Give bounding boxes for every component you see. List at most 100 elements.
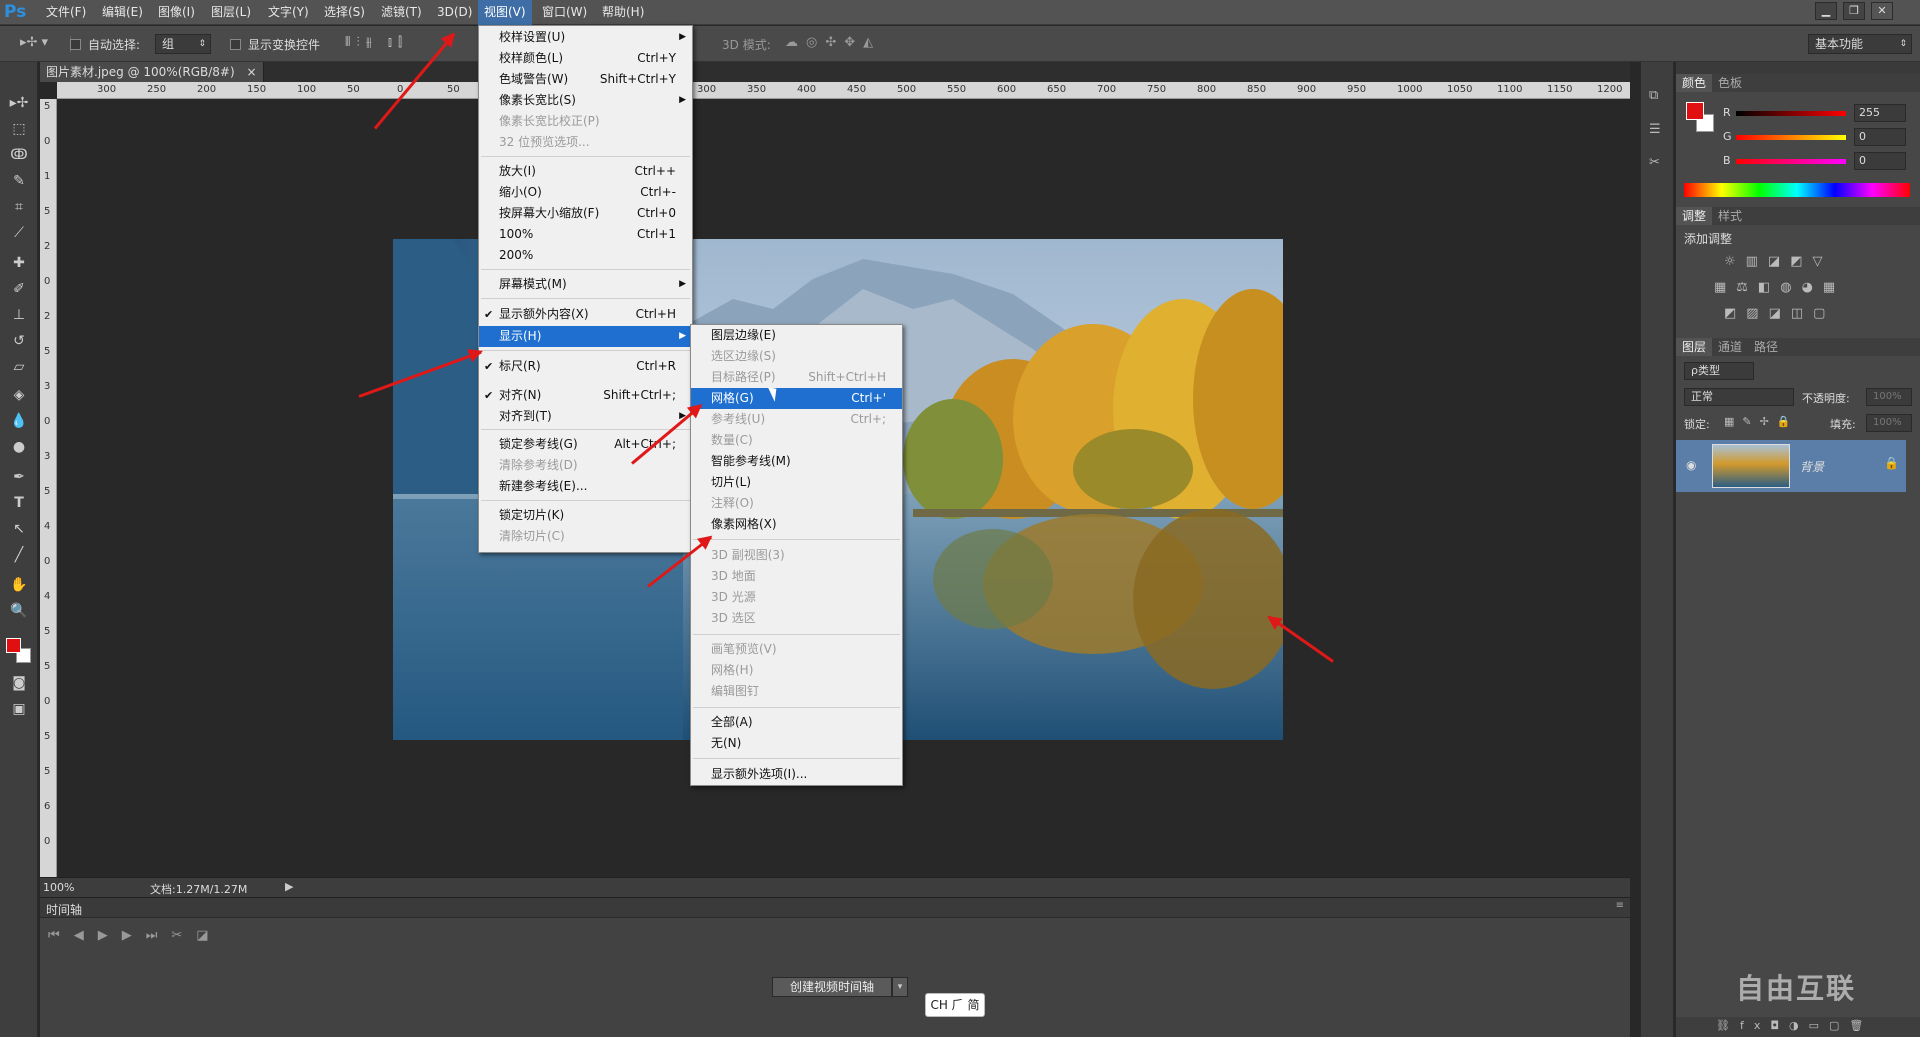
layer-filter-dropdown[interactable]: ρ类型 (1684, 362, 1754, 380)
menu-item[interactable]: 锁定切片(K) (479, 505, 692, 526)
visibility-eye-icon[interactable]: ◉ (1686, 458, 1696, 472)
menu-item[interactable]: 缩小(O) Ctrl+- (479, 182, 692, 203)
line-tool-icon[interactable]: ╱ (6, 544, 32, 566)
tab-color[interactable]: 颜色 (1676, 74, 1713, 92)
panel-menu-icon[interactable]: ≡ (1616, 900, 1624, 911)
menu-item[interactable]: 新建参考线(E)... (479, 476, 692, 497)
screen-mode-icon[interactable]: ▣ (6, 698, 32, 720)
tab-paths[interactable]: 路径 (1748, 338, 1784, 356)
brush-tool-icon[interactable]: ✐ (6, 278, 32, 300)
tools-preset-icon[interactable]: ✂ (1649, 155, 1660, 170)
workspace-dropdown[interactable]: 基本功能 ⇕ (1808, 34, 1912, 54)
auto-select-dropdown[interactable]: 组 ⇕ (155, 34, 211, 54)
zoom-tool-icon[interactable]: 🔍 (6, 600, 32, 622)
pen-tool-icon[interactable]: ✒ (6, 466, 32, 488)
menu-type[interactable]: 文字(Y) (262, 0, 315, 25)
hand-tool-icon[interactable]: ✋ (6, 574, 32, 596)
ime-indicator[interactable]: CH ⺁ 简 (925, 993, 985, 1017)
red-value[interactable]: 255 (1854, 104, 1906, 122)
blend-mode-dropdown[interactable]: 正常 (1684, 388, 1794, 406)
type-tool-icon[interactable]: T (6, 492, 32, 514)
3d-mode-icons[interactable]: ☁◎✣✥◭ (785, 35, 881, 50)
clone-stamp-icon[interactable]: ⊥ (6, 304, 32, 326)
layer-name[interactable]: 背景 (1800, 458, 1824, 475)
menu-item[interactable]: 显示(H) ▶ (479, 326, 692, 347)
green-value[interactable]: 0 (1854, 128, 1906, 146)
adjustment-icons-row2[interactable]: ▦⚖◧◍◕▦ (1714, 280, 1845, 295)
menu-item[interactable]: 校样颜色(L) Ctrl+Y (479, 48, 692, 69)
menu-item[interactable]: 200% (479, 245, 692, 266)
menu-edit[interactable]: 编辑(E) (96, 0, 149, 25)
menu-file[interactable]: 文件(F) (40, 0, 92, 25)
restore-icon[interactable]: ❐ (1843, 2, 1865, 20)
layer-row-background[interactable]: ◉ 背景 🔒 (1676, 440, 1906, 492)
playback-controls[interactable]: ⏮◀▶▶⏭✂◪ (48, 928, 223, 943)
green-slider[interactable] (1736, 135, 1846, 140)
foreground-color-swatch[interactable] (6, 638, 21, 653)
menu-item[interactable]: 100% Ctrl+1 (479, 224, 692, 245)
healing-brush-icon[interactable]: ✚ (6, 252, 32, 274)
history-brush-icon[interactable]: ↺ (6, 330, 32, 352)
create-video-timeline-button[interactable]: 创建视频时间轴 (772, 977, 892, 997)
menu-3d[interactable]: 3D(D) (431, 0, 478, 25)
vertical-ruler[interactable]: 5 0 1 5 2 0 2 5 3 0 3 5 4 0 4 5 5 0 5 5 6 0 (40, 99, 57, 877)
dodge-tool-icon[interactable]: ● (6, 436, 32, 458)
menu-item[interactable]: 显示额外选项(I)... (691, 764, 902, 785)
menu-item[interactable]: 切片(L) (691, 472, 902, 493)
menu-item[interactable]: 对齐到(T) ▶ (479, 406, 692, 427)
menu-item[interactable]: 显示额外内容(X) Ctrl+H ✔ (479, 304, 692, 325)
layer-footer-icons[interactable]: ⛓fx◘◑▭▢🗑 (1716, 1019, 1873, 1032)
menu-item[interactable]: 无(N) (691, 733, 902, 754)
eyedropper-icon[interactable]: ⟋ (6, 222, 32, 244)
menu-window[interactable]: 窗口(W) (536, 0, 593, 25)
menu-view[interactable]: 视图(V) (478, 0, 532, 25)
menu-item[interactable]: 图层边缘(E) (691, 325, 902, 346)
minimize-icon[interactable]: ▁ (1815, 2, 1837, 20)
menu-layer[interactable]: 图层(L) (205, 0, 257, 25)
paint-bucket-icon[interactable]: ◈ (6, 384, 32, 406)
menu-item[interactable]: 放大(I) Ctrl++ (479, 161, 692, 182)
crop-tool-icon[interactable]: ⌗ (6, 196, 32, 218)
menu-item[interactable]: 标尺(R) Ctrl+R ✔ (479, 356, 692, 377)
move-tool-icon[interactable]: ▸✢ (6, 92, 32, 114)
color-fg-swatch[interactable] (1686, 102, 1704, 120)
dropdown-icon[interactable]: ▾ (892, 977, 908, 997)
blue-value[interactable]: 0 (1854, 152, 1906, 170)
zoom-level[interactable]: 100% (43, 881, 74, 894)
color-spectrum[interactable] (1684, 183, 1910, 197)
eraser-icon[interactable]: ▱ (6, 356, 32, 378)
marquee-tool-icon[interactable]: ⬚ (6, 118, 32, 140)
blur-tool-icon[interactable]: 💧 (6, 410, 32, 432)
adjustment-icons-row3[interactable]: ◩▨◪◫▢ (1724, 306, 1835, 321)
quick-mask-icon[interactable]: ◙ (6, 672, 32, 694)
menu-item[interactable]: 网格(G) Ctrl+' (691, 388, 902, 409)
tab-styles[interactable]: 样式 (1712, 207, 1748, 225)
blue-slider[interactable] (1736, 159, 1846, 164)
lasso-tool-icon[interactable]: ↂ (6, 144, 32, 166)
menu-item[interactable]: 像素长宽比(S) ▶ (479, 90, 692, 111)
menu-item[interactable]: 智能参考线(M) (691, 451, 902, 472)
path-select-icon[interactable]: ↖ (6, 518, 32, 540)
menu-image[interactable]: 图像(I) (152, 0, 201, 25)
move-tool-icon[interactable]: ▸✢ ▾ (20, 35, 48, 50)
menu-item[interactable]: 色域警告(W) Shift+Ctrl+Y (479, 69, 692, 90)
tab-layers[interactable]: 图层 (1676, 338, 1713, 356)
properties-icon[interactable]: ☰ (1649, 122, 1661, 137)
menu-item[interactable]: 校样设置(U) ▶ (479, 27, 692, 48)
tab-swatches[interactable]: 色板 (1712, 74, 1748, 92)
tab-adjustments[interactable]: 调整 (1676, 207, 1713, 225)
status-arrow-icon[interactable]: ▶ (285, 880, 293, 893)
timeline-title[interactable]: 时间轴 (46, 901, 82, 918)
document-tab[interactable]: 图片素材.jpeg @ 100%(RGB/8#) × (40, 62, 264, 82)
close-icon[interactable]: ✕ (1871, 2, 1893, 20)
tab-close-icon[interactable]: × (247, 65, 257, 79)
menu-item[interactable]: 全部(A) (691, 712, 902, 733)
align-icons[interactable]: ⫴⫶⫵ ⫾⫿ (345, 35, 408, 50)
menu-item[interactable]: 像素网格(X) (691, 514, 902, 535)
menu-item[interactable]: 屏幕模式(M) ▶ (479, 274, 692, 295)
fill-input[interactable]: 100% (1866, 414, 1912, 432)
lock-icons[interactable]: ▦✎✢🔒 (1724, 415, 1799, 428)
show-transform-checkbox[interactable] (230, 39, 241, 50)
quick-select-icon[interactable]: ✎ (6, 170, 32, 192)
menu-select[interactable]: 选择(S) (318, 0, 371, 25)
